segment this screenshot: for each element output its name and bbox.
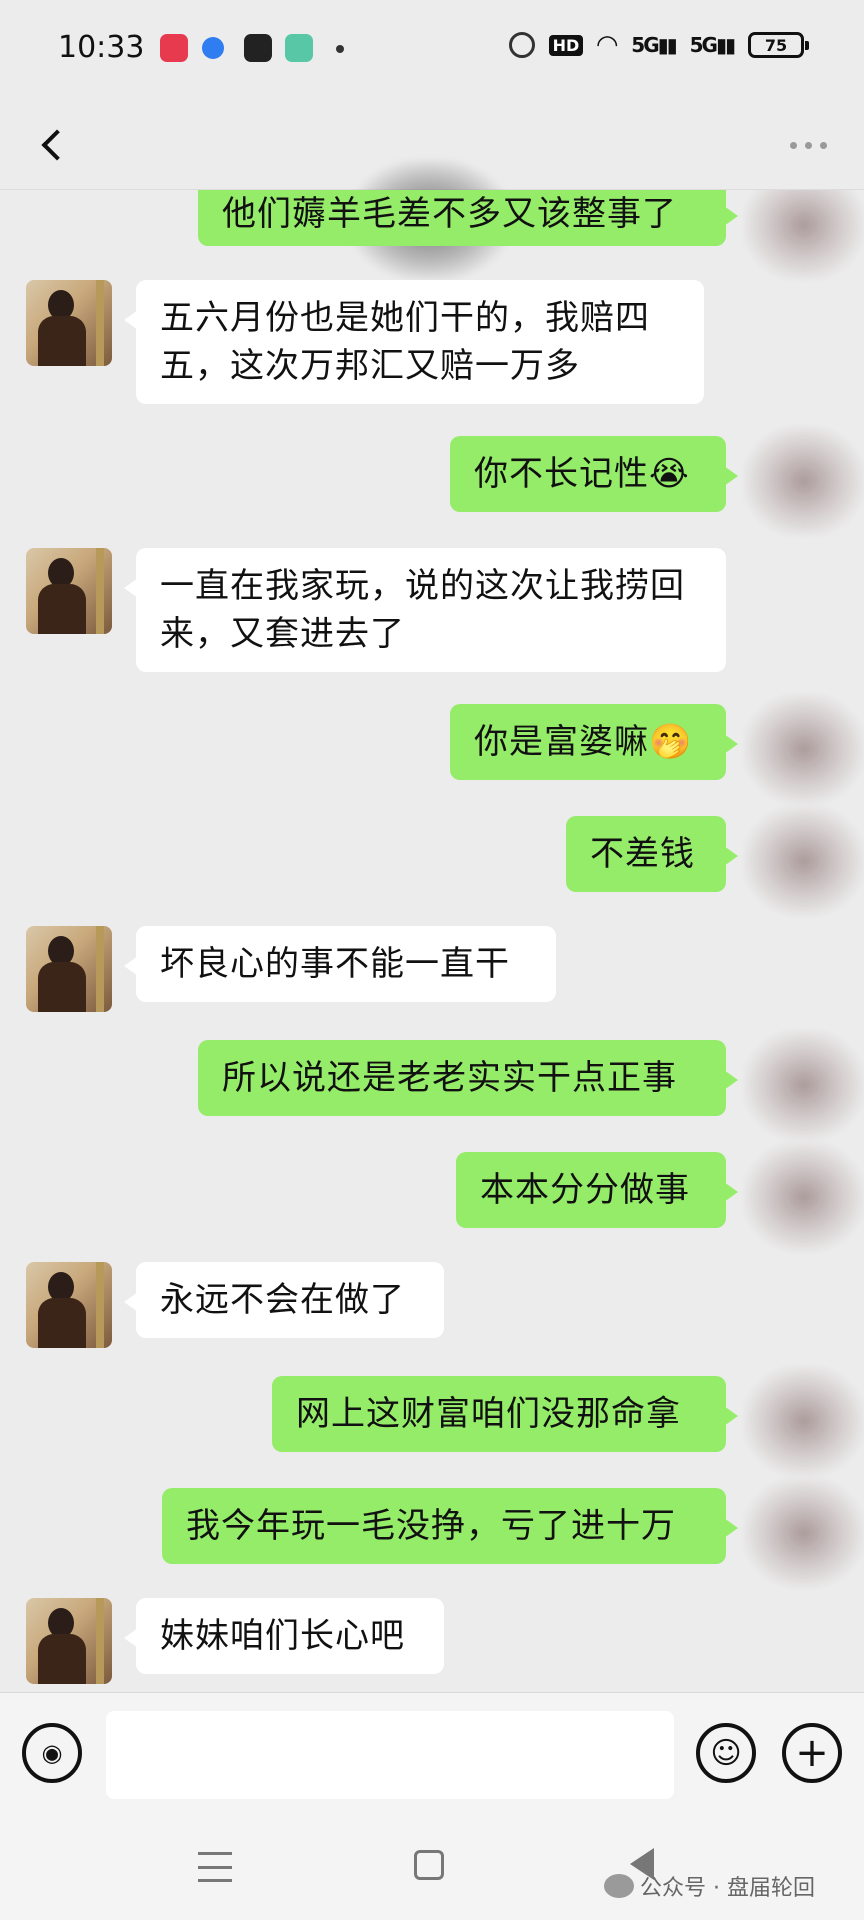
message-bubble-sent[interactable]: 所以说还是老老实实干点正事	[198, 1040, 738, 1116]
battery-level: 75	[764, 35, 788, 55]
contact-avatar[interactable]	[26, 1598, 112, 1684]
message-bubble-sent[interactable]: 本本分分做事	[456, 1152, 738, 1228]
contact-avatar[interactable]	[26, 926, 112, 1012]
message-bubble-sent[interactable]: 你是富婆嘛🤭	[450, 704, 738, 780]
message-bubble-sent[interactable]: 网上这财富咱们没那命拿	[272, 1376, 738, 1452]
chat-header	[0, 100, 864, 280]
redacted-avatar	[744, 190, 864, 280]
emoji-icon: ☺	[710, 1735, 742, 1771]
emoji-button[interactable]: ☺	[696, 1723, 756, 1783]
voice-button[interactable]: ◉	[22, 1723, 82, 1783]
message-bubble-sent[interactable]: 我今年玩一毛没挣，亏了进十万	[162, 1488, 738, 1564]
signal-icon: 5G▮▮	[689, 33, 736, 57]
home-icon[interactable]	[414, 1850, 444, 1880]
message-bubble-sent[interactable]: 他们薅羊毛差不多又该整事了	[198, 190, 738, 246]
message-bubble-sent[interactable]: 你不长记性😭	[450, 436, 738, 512]
back-button[interactable]	[28, 120, 78, 170]
app-notification-icon	[160, 34, 188, 62]
status-time: 10:33	[58, 30, 145, 65]
redacted-avatar	[744, 1478, 864, 1588]
contact-avatar[interactable]	[26, 280, 112, 366]
redacted-avatar	[744, 806, 864, 916]
watermark: 公众号 · 盘届轮回	[604, 1870, 815, 1902]
message-bubble-received[interactable]: 妹妹咱们长心吧	[124, 1598, 444, 1674]
system-nav-bar: 公众号 · 盘届轮回	[0, 1818, 864, 1920]
app-notification-icon	[285, 34, 313, 62]
dot-icon	[804, 141, 812, 149]
message-input[interactable]	[106, 1711, 674, 1799]
chat-area[interactable]: 他们薅羊毛差不多又该整事了 五六月份也是她们干的，我赔四五，这次万邦汇又赔一万多…	[0, 190, 864, 1692]
redacted-avatar	[744, 1030, 864, 1140]
more-notifications-icon	[336, 45, 344, 53]
more-button[interactable]	[778, 130, 838, 160]
message-bubble-sent[interactable]: 不差钱	[566, 816, 738, 892]
message-bubble-received[interactable]: 坏良心的事不能一直干	[124, 926, 556, 1002]
contact-avatar[interactable]	[26, 1262, 112, 1348]
signal-icon: 5G▮▮	[631, 33, 677, 57]
wechat-logo-icon	[604, 1874, 634, 1898]
redacted-avatar	[744, 426, 864, 536]
chevron-left-icon	[41, 129, 73, 161]
message-bubble-received[interactable]: 五六月份也是她们干的，我赔四五，这次万邦汇又赔一万多	[124, 280, 704, 404]
app-notification-icon	[202, 37, 224, 59]
app-notification-icon	[244, 34, 272, 62]
signal-label: 5G	[689, 33, 718, 57]
message-bubble-received[interactable]: 永远不会在做了	[124, 1262, 444, 1338]
plus-button[interactable]: +	[782, 1723, 842, 1783]
contact-avatar[interactable]	[26, 548, 112, 634]
status-indicators: HD ◠ 5G▮▮ 5G▮▮ 75	[508, 30, 809, 60]
alarm-icon	[508, 32, 535, 58]
battery-icon: 75	[748, 32, 809, 58]
signal-label: 5G	[631, 33, 659, 57]
input-bar: ◉ ☺ +	[0, 1692, 864, 1818]
wifi-icon: ◠	[597, 30, 618, 60]
dot-icon	[819, 141, 827, 149]
dot-icon	[789, 141, 797, 149]
status-bar: 10:33 HD ◠ 5G▮▮ 5G▮▮ 75	[0, 0, 864, 100]
redacted-avatar	[744, 1142, 864, 1252]
watermark-text: 公众号 · 盘届轮回	[640, 1876, 815, 1901]
menu-icon[interactable]	[198, 1852, 232, 1882]
hd-icon: HD	[548, 34, 584, 56]
plus-icon: +	[795, 1730, 829, 1776]
redacted-avatar	[744, 694, 864, 804]
message-bubble-received[interactable]: 一直在我家玩，说的这次让我捞回来，又套进去了	[124, 548, 726, 672]
redacted-avatar	[744, 1366, 864, 1476]
voice-icon: ◉	[41, 1739, 63, 1767]
